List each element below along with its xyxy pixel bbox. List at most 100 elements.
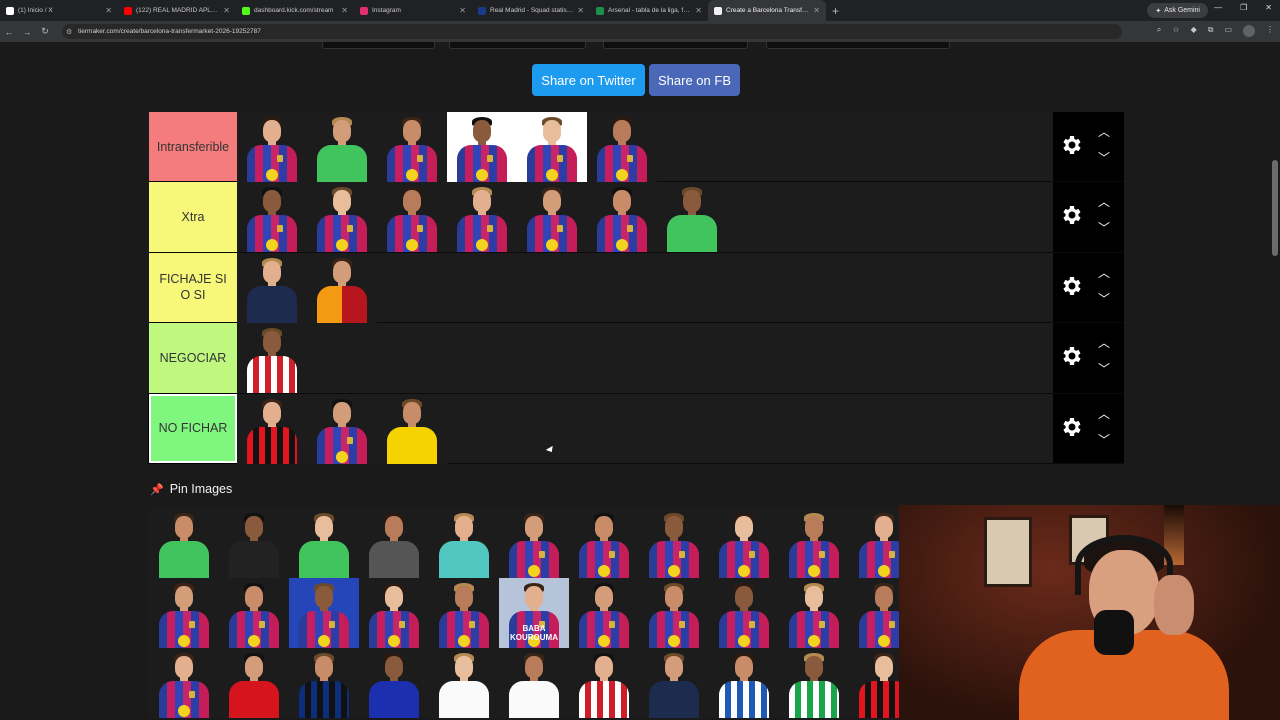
player-card[interactable]: BABA KOUROUMA [499,578,569,648]
restore-icon[interactable]: ❐ [1240,3,1247,12]
gear-icon[interactable] [1059,133,1083,157]
player-card[interactable] [429,648,499,718]
player-card[interactable] [359,508,429,578]
tier-dropzone[interactable] [237,323,1124,394]
tier-dropzone[interactable] [237,182,1124,253]
share-facebook-button[interactable]: Share on FB [649,64,740,96]
gear-icon[interactable] [1059,203,1083,227]
browser-tab[interactable]: dashboard.kick.com/stream ✕ [236,0,354,21]
player-card[interactable] [709,508,779,578]
player-card[interactable] [447,112,517,182]
gear-icon[interactable] [1059,344,1083,368]
player-card[interactable] [569,648,639,718]
tier-dropzone[interactable] [237,112,1124,182]
tier-label[interactable]: Xtra [149,182,237,252]
player-card[interactable] [307,182,377,253]
move-up-icon[interactable]: ︿ [1098,264,1110,281]
close-tab-icon[interactable]: ✕ [813,6,820,15]
move-down-icon[interactable]: ﹀ [1098,149,1110,166]
close-tab-icon[interactable]: ✕ [105,6,112,15]
toolbar-button-stub[interactable] [322,42,435,49]
ask-gemini-button[interactable]: ✦ Ask Gemini [1147,3,1208,18]
move-down-icon[interactable]: ﹀ [1098,219,1110,236]
player-card[interactable] [657,182,727,253]
player-card[interactable] [587,112,657,182]
player-card[interactable] [569,508,639,578]
player-card[interactable] [237,112,307,182]
player-card[interactable] [307,393,377,464]
player-card[interactable] [447,182,517,253]
gear-icon[interactable] [1059,274,1083,298]
page-scrollbar[interactable] [1272,160,1278,256]
player-card[interactable] [237,393,307,464]
new-tab-icon[interactable]: + [832,4,839,18]
move-down-icon[interactable]: ﹀ [1098,290,1110,307]
player-card[interactable] [779,648,849,718]
url-field[interactable]: ⚙ tiermaker.com/create/barcelona-transfe… [62,24,1122,39]
player-card[interactable] [289,508,359,578]
player-card[interactable] [149,508,219,578]
tier-label[interactable]: Intransferible [149,112,237,182]
extension-icon[interactable]: ◆ [1191,25,1197,37]
player-card[interactable] [639,648,709,718]
player-card[interactable] [289,648,359,718]
tier-label[interactable]: NEGOCIAR [149,323,237,393]
profile-avatar[interactable] [1243,25,1255,37]
player-card[interactable] [499,648,569,718]
player-card[interactable] [307,252,377,323]
player-card[interactable] [149,578,219,648]
player-card[interactable] [237,252,307,323]
player-card[interactable] [499,508,569,578]
browser-tab[interactable]: (122) REAL MADRID APLAZA T...✕ [118,0,236,21]
reload-icon[interactable]: ↻ [36,26,54,37]
player-card[interactable] [569,578,639,648]
gear-icon[interactable] [1059,415,1083,439]
close-tab-icon[interactable]: ✕ [577,6,584,15]
move-down-icon[interactable]: ﹀ [1098,360,1110,377]
player-card[interactable] [429,508,499,578]
browser-tab[interactable]: (1) Inicio / X ✕ [0,0,118,21]
browser-tab[interactable]: Instagram ✕ [354,0,472,21]
sidepanel-icon[interactable]: ▭ [1224,25,1232,37]
player-card[interactable] [237,323,307,394]
move-up-icon[interactable]: ︿ [1098,123,1110,140]
close-tab-icon[interactable]: ✕ [459,6,466,15]
player-card[interactable] [779,508,849,578]
close-window-icon[interactable]: ✕ [1265,3,1272,12]
player-card[interactable] [517,182,587,253]
player-card[interactable] [219,578,289,648]
player-card[interactable] [587,182,657,253]
player-card[interactable] [779,578,849,648]
close-tab-icon[interactable]: ✕ [695,6,702,15]
browser-tab[interactable]: Create a Barcelona Transferma... ✕ [708,0,826,21]
player-card[interactable] [219,648,289,718]
player-card[interactable] [709,648,779,718]
player-card[interactable] [639,508,709,578]
player-card[interactable] [307,112,377,182]
forward-icon[interactable]: → [18,27,36,37]
toolbar-button-stub[interactable] [603,42,748,49]
browser-tab[interactable]: Real Madrid - Squad statistics | ✕ [472,0,590,21]
player-card[interactable] [517,112,587,182]
player-card[interactable] [709,578,779,648]
share-twitter-button[interactable]: Share on Twitter [532,64,645,96]
move-up-icon[interactable]: ︿ [1098,193,1110,210]
bookmark-star-icon[interactable]: ☆ [1172,25,1179,37]
minimize-icon[interactable]: — [1214,3,1222,12]
tier-dropzone[interactable] [237,393,1124,464]
player-card[interactable] [359,578,429,648]
menu-icon[interactable]: ⋮ [1266,25,1274,37]
player-card[interactable] [377,112,447,182]
site-info-icon[interactable]: ⚙ [66,28,72,36]
back-icon[interactable]: ← [0,27,18,37]
browser-tab[interactable]: Arsenal - tabla de la liga, forma... ✕ [590,0,708,21]
player-card[interactable] [377,182,447,253]
zoom-icon[interactable]: ⌕ [1157,25,1161,37]
move-up-icon[interactable]: ︿ [1098,334,1110,351]
player-card[interactable] [149,648,219,718]
player-card[interactable] [219,508,289,578]
close-tab-icon[interactable]: ✕ [223,6,230,15]
tier-label[interactable]: FICHAJE SI O SI [149,252,237,323]
player-card[interactable] [359,648,429,718]
puzzle-icon[interactable]: ⧉ [1208,25,1214,37]
